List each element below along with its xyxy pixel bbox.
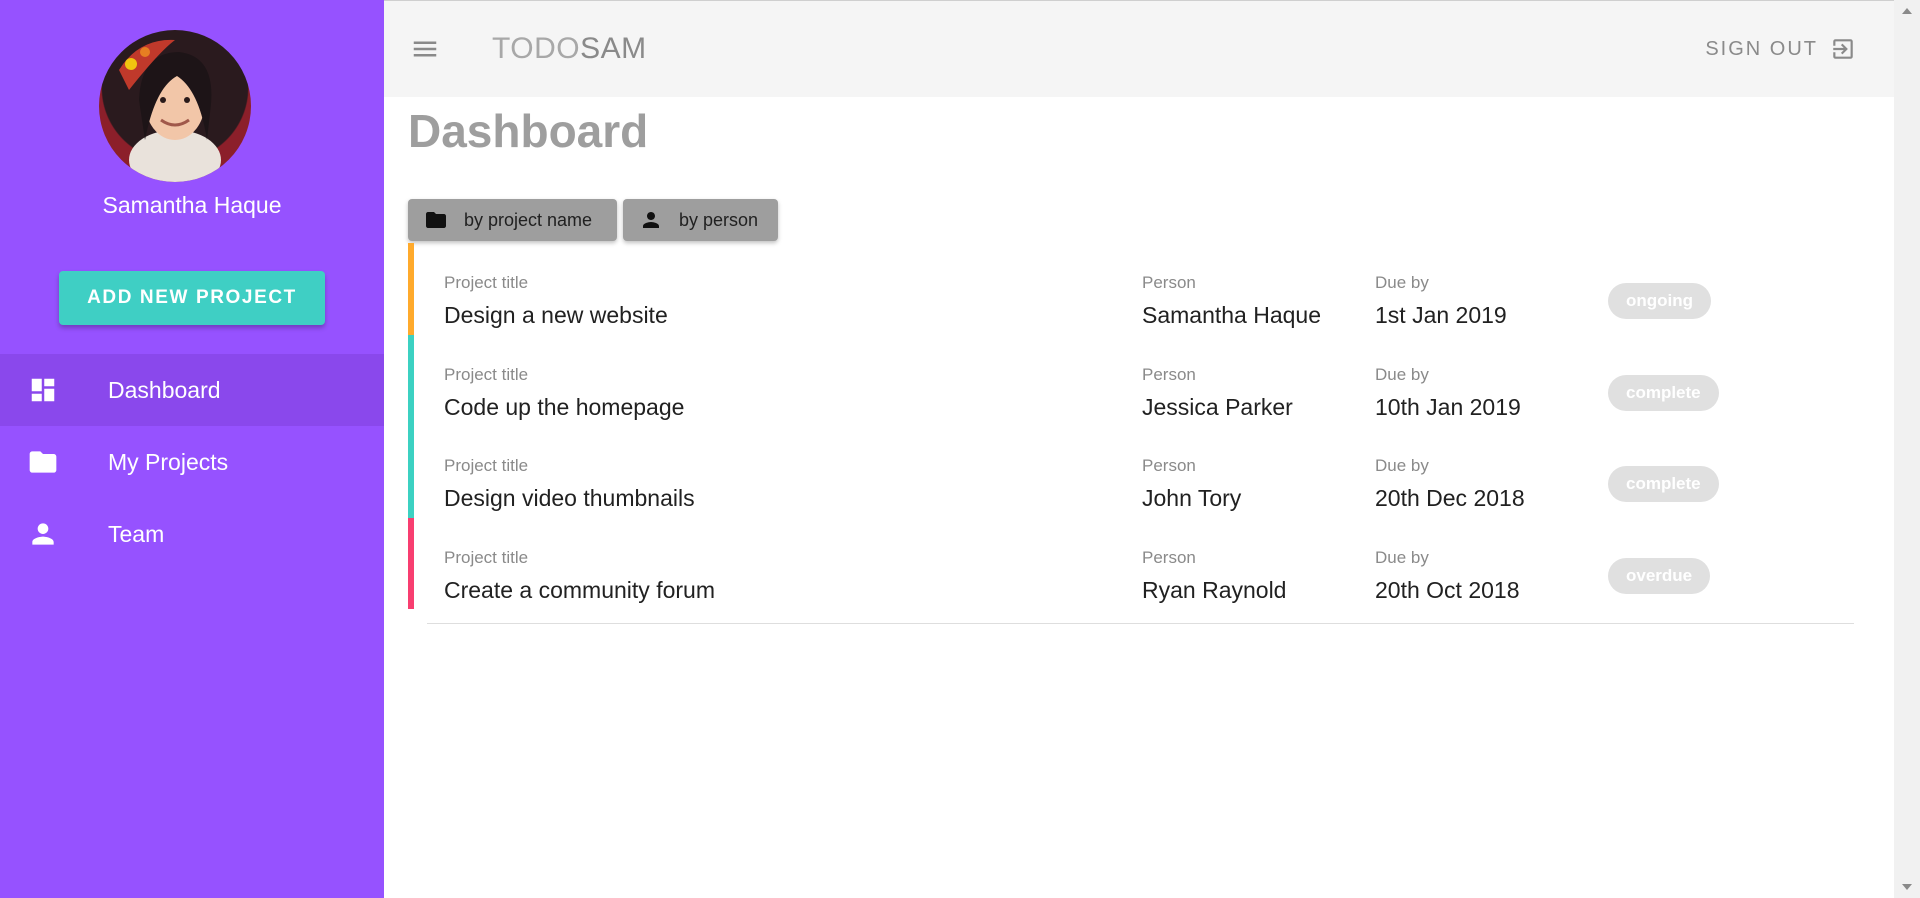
page-title: Dashboard <box>408 105 649 157</box>
project-due-cell: Due by 20th Oct 2018 <box>1375 548 1520 604</box>
menu-icon[interactable] <box>410 34 440 64</box>
brand-todo: TODO <box>492 32 581 65</box>
project-title-cell: Project title Design video thumbnails <box>444 456 695 512</box>
status-stripe <box>408 334 414 426</box>
sort-button-label: by person <box>679 209 759 230</box>
scroll-down-arrow[interactable] <box>1902 884 1912 890</box>
column-label: Person <box>1142 364 1196 384</box>
add-new-project-button[interactable]: ADD NEW PROJECT <box>59 271 325 325</box>
status-badge: overdue <box>1608 557 1711 594</box>
column-label: Project title <box>444 364 529 384</box>
dashboard-icon <box>27 374 59 406</box>
sidebar-item-dashboard[interactable]: Dashboard <box>0 354 384 426</box>
sign-out-button[interactable]: SIGN OUT <box>1705 36 1856 62</box>
app-brand: TODOSAM <box>492 32 647 66</box>
app-toolbar: TODOSAM SIGN OUT <box>384 1 1894 97</box>
user-name: Samantha Haque <box>102 192 282 218</box>
project-row[interactable]: Project title Design video thumbnails Pe… <box>408 426 1854 518</box>
project-person-cell: Person Ryan Raynold <box>1142 548 1286 604</box>
project-person-cell: Person Jessica Parker <box>1142 365 1293 421</box>
project-title: Create a community forum <box>444 576 715 603</box>
column-label: Person <box>1142 273 1196 292</box>
column-label: Project title <box>444 456 529 475</box>
project-due-cell: Due by 10th Jan 2019 <box>1375 365 1521 421</box>
sidebar-item-label: Team <box>108 520 165 547</box>
folder-icon <box>27 446 59 478</box>
project-person: Jessica Parker <box>1142 393 1293 420</box>
sort-button-label: by project name <box>464 209 593 230</box>
folder-icon <box>424 208 448 232</box>
person-icon <box>27 518 59 550</box>
project-row[interactable]: Project title Code up the homepage Perso… <box>408 334 1854 426</box>
project-due: 20th Oct 2018 <box>1375 576 1520 603</box>
project-list: Project title Design a new website Perso… <box>408 243 1854 609</box>
project-person-cell: Person John Tory <box>1142 456 1241 512</box>
column-label: Project title <box>444 273 529 292</box>
sidebar-nav: Dashboard My Projects Team <box>0 354 384 570</box>
column-label: Due by <box>1375 273 1429 292</box>
column-label: Due by <box>1375 364 1429 384</box>
avatar <box>99 30 251 182</box>
status-stripe <box>408 517 414 609</box>
column-label: Due by <box>1375 456 1429 475</box>
sort-by-person-button[interactable]: by person <box>623 199 778 241</box>
list-divider <box>427 623 1854 624</box>
vertical-scrollbar[interactable] <box>1894 0 1920 898</box>
project-person-cell: Person Samantha Haque <box>1142 273 1321 329</box>
column-label: Project title <box>444 547 529 567</box>
project-due-cell: Due by 20th Dec 2018 <box>1375 456 1525 512</box>
project-due: 10th Jan 2019 <box>1375 393 1521 420</box>
sidebar-item-label: My Projects <box>108 448 229 475</box>
status-badge: ongoing <box>1608 283 1712 319</box>
sidebar-item-label: Dashboard <box>108 376 221 403</box>
column-label: Person <box>1142 456 1196 475</box>
project-title-cell: Project title Design a new website <box>444 273 668 329</box>
brand-sam: SAM <box>580 32 647 65</box>
column-label: Person <box>1142 547 1196 567</box>
column-label: Due by <box>1375 547 1429 567</box>
scroll-up-arrow[interactable] <box>1902 8 1912 14</box>
sidebar-item-team[interactable]: Team <box>0 498 384 570</box>
sort-by-project-name-button[interactable]: by project name <box>408 199 617 241</box>
status-badge: complete <box>1608 374 1719 411</box>
project-title: Code up the homepage <box>444 393 685 420</box>
project-title: Design video thumbnails <box>444 485 695 511</box>
project-row[interactable]: Project title Design a new website Perso… <box>408 243 1854 335</box>
project-title-cell: Project title Create a community forum <box>444 548 715 604</box>
person-icon <box>639 208 663 232</box>
project-due-cell: Due by 1st Jan 2019 <box>1375 273 1507 329</box>
project-title: Design a new website <box>444 302 668 328</box>
project-due: 20th Dec 2018 <box>1375 485 1525 511</box>
project-person: John Tory <box>1142 485 1242 511</box>
project-title-cell: Project title Code up the homepage <box>444 365 684 421</box>
exit-icon <box>1833 39 1853 59</box>
status-badge: complete <box>1608 466 1719 502</box>
project-person: Ryan Raynold <box>1142 576 1287 603</box>
sign-out-label: SIGN OUT <box>1705 37 1818 60</box>
project-due: 1st Jan 2019 <box>1375 302 1507 328</box>
status-stripe <box>408 243 414 335</box>
status-stripe <box>408 426 414 518</box>
sidebar-item-my-projects[interactable]: My Projects <box>0 426 384 498</box>
project-person: Samantha Haque <box>1142 302 1322 328</box>
project-row[interactable]: Project title Create a community forum P… <box>408 517 1854 609</box>
sidebar: Samantha Haque ADD NEW PROJECT Dashboard… <box>0 0 384 898</box>
